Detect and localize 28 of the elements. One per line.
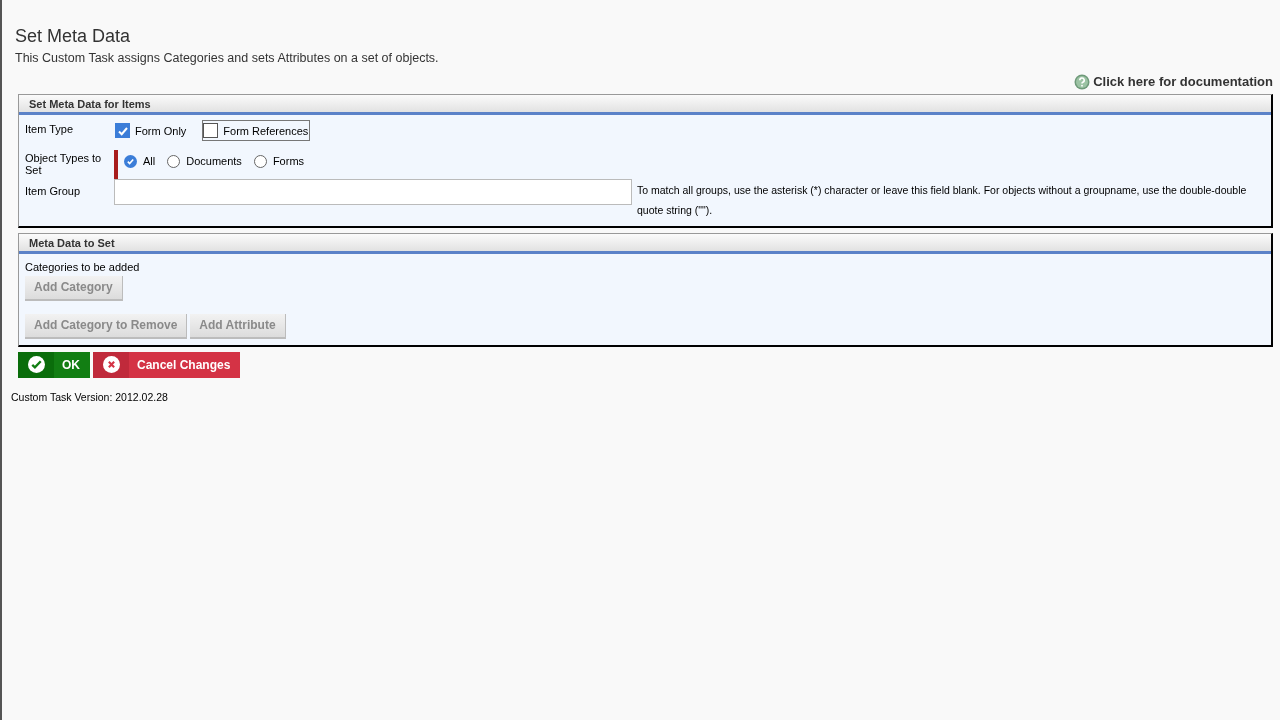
section-label: Categories to be added [25,260,141,276]
help-text: To match all groups, use the asterisk (*) character or leave this field blank. For objects without a groupname, use the double-double quote string (""). [637,183,1248,219]
close-icon [102,356,120,374]
item-group-field[interactable] [114,179,632,206]
cancel-button[interactable]: Cancel Changes [93,351,241,378]
check-icon [27,356,45,374]
page-description: This Custom Task assigns Categories and sets Attributes on a set of objects. [15,50,440,67]
checkbox-label: Form Only [135,124,187,140]
radio-label: Documents [186,154,242,170]
ok-button[interactable]: OK [18,351,90,378]
page-title: Set Meta Data [15,26,132,46]
radio-button[interactable] [253,155,267,168]
radio-button[interactable] [124,155,137,168]
panel-title: Set Meta Data for Items [29,96,151,112]
field-label: Object Types to Set [25,152,103,179]
documentation-link[interactable]: Click here for documentation [1074,71,1273,92]
checkbox[interactable] [203,123,219,138]
field-label: Item Group [25,184,82,200]
help-icon [1074,73,1091,90]
checkbox[interactable] [115,123,130,138]
radio-label: All [143,154,156,170]
checkbox-label: Form References [223,124,309,140]
panel-title: Meta Data to Set [29,235,115,251]
version-text: Custom Task Version: 2012.02.28 [11,389,169,405]
check-icon [126,157,135,166]
field-label: Item Type [25,122,75,138]
radio-label: Forms [272,154,305,170]
radio-button[interactable] [167,155,181,168]
